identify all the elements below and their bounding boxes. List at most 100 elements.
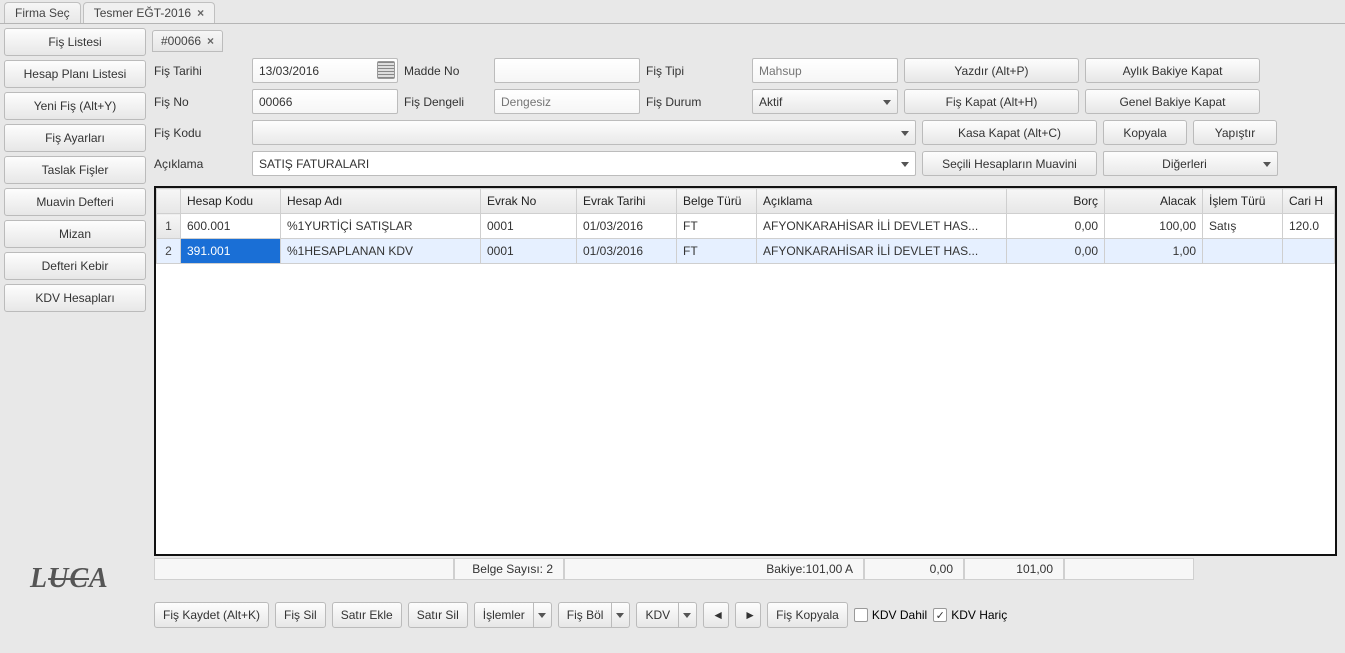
cell-belge-turu[interactable]: FT xyxy=(677,239,757,264)
btn-satir-ekle[interactable]: Satır Ekle xyxy=(332,602,402,628)
cell-islem-turu[interactable]: Satış xyxy=(1203,214,1283,239)
label-fis-no: Fiş No xyxy=(154,95,246,109)
fis-grid[interactable]: Hesap Kodu Hesap Adı Evrak No Evrak Tari… xyxy=(156,188,1335,264)
combo-aciklama[interactable]: SATIŞ FATURALARI xyxy=(252,151,916,176)
check-kdv-haric-label: KDV Hariç xyxy=(951,608,1007,622)
btn-kasa-kapat[interactable]: Kasa Kapat (Alt+C) xyxy=(922,120,1097,145)
cell-alacak[interactable]: 1,00 xyxy=(1105,239,1203,264)
col-cari-h[interactable]: Cari H xyxy=(1283,189,1335,214)
status-left-spacer xyxy=(154,558,454,580)
cell-cari-h[interactable] xyxy=(1283,239,1335,264)
cell-hesap-adi[interactable]: %1HESAPLANAN KDV xyxy=(281,239,481,264)
chevron-down-icon[interactable] xyxy=(679,602,697,628)
cell-aciklama[interactable]: AFYONKARAHİSAR İLİ DEVLET HAS... xyxy=(757,214,1007,239)
input-fis-no[interactable] xyxy=(252,89,398,114)
split-islemler[interactable]: İşlemler xyxy=(474,602,552,628)
combo-aciklama-value: SATIŞ FATURALARI xyxy=(259,157,369,171)
col-islem-turu[interactable]: İşlem Türü xyxy=(1203,189,1283,214)
select-fis-kodu[interactable] xyxy=(252,120,916,145)
chevron-down-icon[interactable] xyxy=(534,602,552,628)
btn-satir-sil[interactable]: Satır Sil xyxy=(408,602,468,628)
horizontal-scrollbar[interactable] xyxy=(154,580,1337,596)
cell-evrak-tarihi[interactable]: 01/03/2016 xyxy=(577,214,677,239)
input-fis-dengeli[interactable] xyxy=(494,89,640,114)
grid-header-row: Hesap Kodu Hesap Adı Evrak No Evrak Tari… xyxy=(157,189,1335,214)
left-nav: Fiş Listesi Hesap Planı Listesi Yeni Fiş… xyxy=(4,28,150,649)
cell-cari-h[interactable]: 120.0 xyxy=(1283,214,1335,239)
cell-hesap-adi[interactable]: %1YURTİÇİ SATIŞLAR xyxy=(281,214,481,239)
col-borc[interactable]: Borç xyxy=(1007,189,1105,214)
logo: LUCA xyxy=(30,563,109,595)
label-fis-tipi: Fiş Tipi xyxy=(646,64,746,78)
btn-aylik-bakiye-kapat[interactable]: Aylık Bakiye Kapat xyxy=(1085,58,1260,83)
close-icon[interactable]: × xyxy=(197,6,204,20)
cell-alacak[interactable]: 100,00 xyxy=(1105,214,1203,239)
select-digerleri[interactable]: Diğerleri xyxy=(1103,151,1278,176)
cell-evrak-tarihi[interactable]: 01/03/2016 xyxy=(577,239,677,264)
nav-yeni-fis[interactable]: Yeni Fiş (Alt+Y) xyxy=(4,92,146,120)
btn-fis-kaydet[interactable]: Fiş Kaydet (Alt+K) xyxy=(154,602,269,628)
grid-wrapper: Hesap Kodu Hesap Adı Evrak No Evrak Tari… xyxy=(154,186,1337,556)
nav-muavin-defteri[interactable]: Muavin Defteri xyxy=(4,188,146,216)
col-hesap-adi[interactable]: Hesap Adı xyxy=(281,189,481,214)
grid-empty-area xyxy=(156,264,1335,554)
btn-fis-kopyala[interactable]: Fiş Kopyala xyxy=(767,602,848,628)
nav-defteri-kebir[interactable]: Defteri Kebir xyxy=(4,252,146,280)
btn-next[interactable]: ► xyxy=(735,602,761,628)
btn-secili-muavin[interactable]: Seçili Hesapların Muavini xyxy=(922,151,1097,176)
cell-hesap-kodu[interactable]: 391.001 xyxy=(181,239,281,264)
status-bar: Belge Sayısı: 2 Bakiye:101,00 A 0,00 101… xyxy=(154,558,1337,580)
label-fis-tarihi: Fiş Tarihi xyxy=(154,64,246,78)
nav-kdv-hesaplari[interactable]: KDV Hesapları xyxy=(4,284,146,312)
select-fis-durum[interactable]: Aktif xyxy=(752,89,898,114)
btn-prev[interactable]: ◄ xyxy=(703,602,729,628)
nav-fis-listesi[interactable]: Fiş Listesi xyxy=(4,28,146,56)
cell-belge-turu[interactable]: FT xyxy=(677,214,757,239)
checkbox-icon[interactable] xyxy=(854,608,868,622)
chevron-down-icon[interactable] xyxy=(612,602,630,628)
split-kdv[interactable]: KDV xyxy=(636,602,697,628)
check-kdv-haric[interactable]: ✓ KDV Hariç xyxy=(933,608,1007,622)
col-evrak-no[interactable]: Evrak No xyxy=(481,189,577,214)
split-fis-bol[interactable]: Fiş Böl xyxy=(558,602,631,628)
col-num[interactable] xyxy=(157,189,181,214)
nav-mizan[interactable]: Mizan xyxy=(4,220,146,248)
check-kdv-dahil[interactable]: KDV Dahil xyxy=(854,608,927,622)
col-aciklama[interactable]: Açıklama xyxy=(757,189,1007,214)
btn-kdv[interactable]: KDV xyxy=(636,602,679,628)
select-fis-durum-value: Aktif xyxy=(759,95,782,109)
table-row[interactable]: 1 600.001 %1YURTİÇİ SATIŞLAR 0001 01/03/… xyxy=(157,214,1335,239)
tab-firma-sec[interactable]: Firma Seç xyxy=(4,2,81,23)
nav-taslak-fisler[interactable]: Taslak Fişler xyxy=(4,156,146,184)
table-row[interactable]: 2 391.001 %1HESAPLANAN KDV 0001 01/03/20… xyxy=(157,239,1335,264)
cell-islem-turu[interactable] xyxy=(1203,239,1283,264)
cell-borc[interactable]: 0,00 xyxy=(1007,214,1105,239)
inner-tab-00066[interactable]: #00066 × xyxy=(152,30,223,52)
cell-evrak-no[interactable]: 0001 xyxy=(481,214,577,239)
btn-islemler[interactable]: İşlemler xyxy=(474,602,534,628)
close-icon[interactable]: × xyxy=(207,34,214,48)
cell-aciklama[interactable]: AFYONKARAHİSAR İLİ DEVLET HAS... xyxy=(757,239,1007,264)
label-fis-durum: Fiş Durum xyxy=(646,95,746,109)
input-madde-no[interactable] xyxy=(494,58,640,83)
btn-yazdir[interactable]: Yazdır (Alt+P) xyxy=(904,58,1079,83)
cell-hesap-kodu[interactable]: 600.001 xyxy=(181,214,281,239)
col-hesap-kodu[interactable]: Hesap Kodu xyxy=(181,189,281,214)
btn-fis-sil[interactable]: Fiş Sil xyxy=(275,602,326,628)
btn-yapistir[interactable]: Yapıştır xyxy=(1193,120,1277,145)
btn-fis-bol[interactable]: Fiş Böl xyxy=(558,602,613,628)
col-alacak[interactable]: Alacak xyxy=(1105,189,1203,214)
btn-genel-bakiye-kapat[interactable]: Genel Bakiye Kapat xyxy=(1085,89,1260,114)
nav-hesap-plani-listesi[interactable]: Hesap Planı Listesi xyxy=(4,60,146,88)
checkbox-icon[interactable]: ✓ xyxy=(933,608,947,622)
col-belge-turu[interactable]: Belge Türü xyxy=(677,189,757,214)
btn-kopyala[interactable]: Kopyala xyxy=(1103,120,1187,145)
tab-tesmer[interactable]: Tesmer EĞT-2016 × xyxy=(83,2,215,23)
cell-evrak-no[interactable]: 0001 xyxy=(481,239,577,264)
btn-fis-kapat[interactable]: Fiş Kapat (Alt+H) xyxy=(904,89,1079,114)
calendar-icon[interactable] xyxy=(377,61,395,79)
input-fis-tipi[interactable] xyxy=(752,58,898,83)
nav-fis-ayarlari[interactable]: Fiş Ayarları xyxy=(4,124,146,152)
cell-borc[interactable]: 0,00 xyxy=(1007,239,1105,264)
col-evrak-tarihi[interactable]: Evrak Tarihi xyxy=(577,189,677,214)
